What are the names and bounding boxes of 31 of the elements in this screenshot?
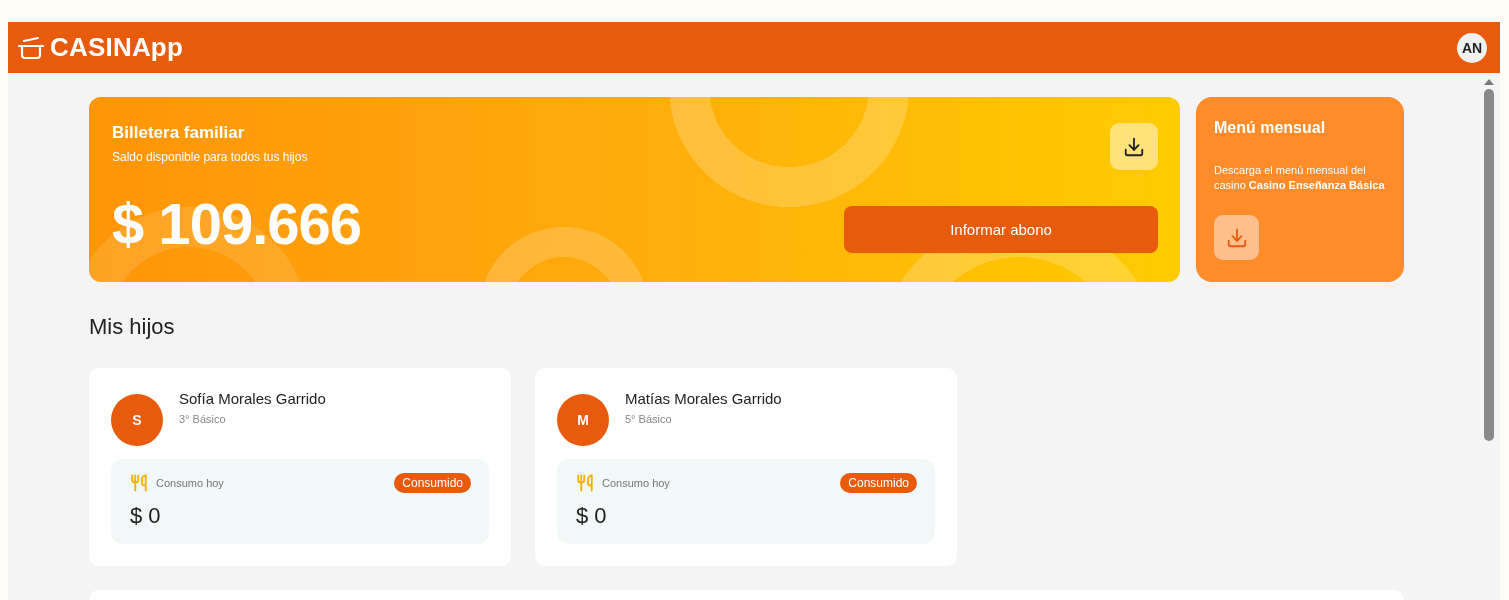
menu-description: Descarga el menú mensual del casino Casino Enseñanza Básica	[1214, 163, 1386, 193]
child-card[interactable]: M Matías Morales Garrido 5° Básico Consumo hoy Consumido $ 0	[535, 368, 957, 566]
section-title: Mis hijos	[89, 314, 176, 340]
fork-knife-icon	[576, 474, 594, 492]
child-name: Matías Morales Garrido	[625, 390, 782, 407]
child-grade: 5° Básico	[625, 413, 673, 425]
menu-title: Menú mensual	[1214, 119, 1327, 137]
wallet-balance: $ 109.666	[112, 190, 362, 257]
child-card[interactable]: S Sofía Morales Garrido 3° Básico Consumo hoy Consumido $ 0	[89, 368, 511, 566]
report-payment-button[interactable]: Informar abono	[844, 206, 1158, 253]
user-avatar[interactable]: AN	[1457, 32, 1487, 63]
scrollbar-thumb[interactable]	[1484, 89, 1494, 441]
child-avatar: S	[111, 394, 163, 446]
consumption-label: Consumo hoy	[156, 477, 224, 489]
fork-knife-icon	[130, 474, 148, 492]
wallet-title: Billetera familiar	[112, 123, 246, 143]
download-button[interactable]	[1110, 123, 1158, 170]
child-name: Sofía Morales Garrido	[179, 390, 326, 407]
wallet-subtitle: Saldo disponible para todos tus hijos	[112, 150, 309, 164]
menu-download-button[interactable]	[1214, 215, 1259, 260]
consumption-label: Consumo hoy	[602, 477, 670, 489]
status-badge: Consumido	[840, 473, 917, 493]
consumption-amount: $ 0	[130, 503, 162, 529]
status-badge: Consumido	[394, 473, 471, 493]
download-icon	[1123, 135, 1145, 158]
app-logo: CASINApp	[50, 32, 184, 63]
child-avatar: M	[557, 394, 609, 446]
download-icon	[1225, 226, 1248, 249]
pot-icon	[18, 35, 44, 60]
consumption-amount: $ 0	[576, 503, 608, 529]
child-grade: 3° Básico	[179, 413, 227, 425]
